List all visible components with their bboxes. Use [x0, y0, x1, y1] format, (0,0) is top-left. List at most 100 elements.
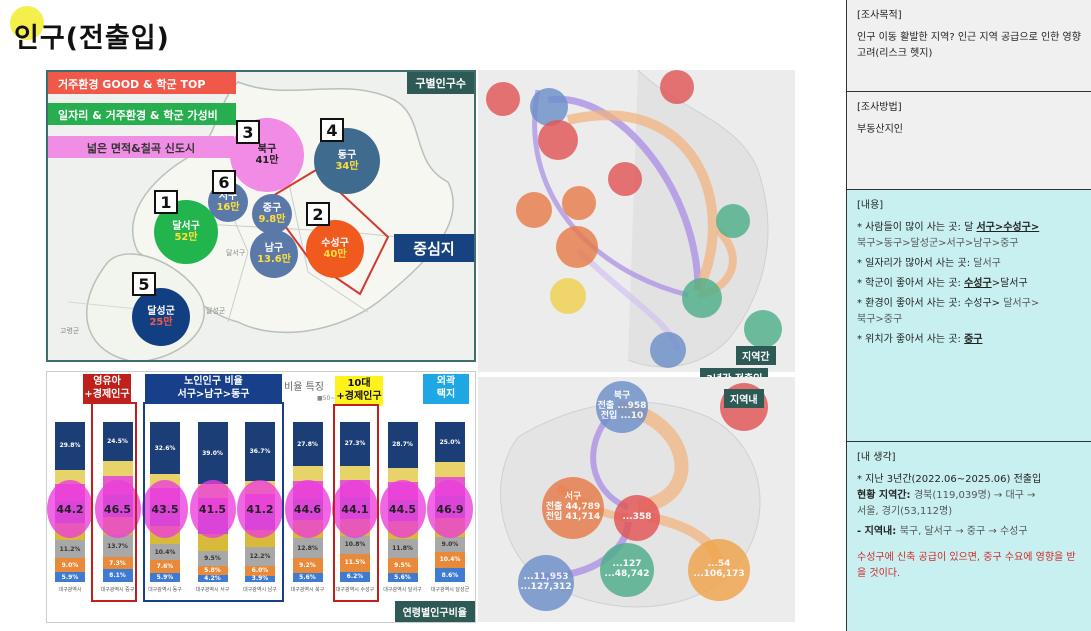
age-stack-segment: 5.6%	[387, 572, 418, 582]
district-bubble-dalseonggun: 달성군 25만	[132, 288, 190, 346]
median-age-ellipse: 44.6	[284, 480, 331, 538]
notes-panel: [조사목적] 인구 이동 활발한 지역? 인근 지역 공급으로 인한 영향 고려…	[846, 0, 1091, 631]
page-title: 인구(전출입)	[14, 23, 170, 54]
header-suburb-site: 외곽 택지	[423, 374, 469, 404]
age-stack-segment: 25.0%	[435, 422, 465, 462]
age-stack-segment	[292, 466, 323, 481]
median-age-ellipse: 44.5	[379, 480, 426, 538]
header-ratio-feature: 비율 특징	[284, 382, 324, 393]
flow-bubble-daegu	[682, 278, 722, 318]
age-column-label: 대구광역시 달서구	[383, 587, 422, 593]
flow-bubble-chungnam	[516, 192, 552, 228]
content-line-2: * 일자리가 많아서 사는 곳: 달서구	[857, 258, 1001, 269]
content-line-5: * 위치가 좋아서 사는 곳: 중구	[857, 334, 983, 345]
badge-6: 6	[212, 170, 236, 194]
header-teen-economic: 10대 +경제인구	[335, 376, 383, 406]
badge-2: 2	[306, 202, 330, 226]
flow-bubble-gyeonggi	[538, 120, 578, 160]
badge-3: 3	[236, 120, 260, 144]
flow2-bubble-namgu: ...127 ...48,742	[600, 543, 654, 597]
age-stack-segment: 12.8%	[292, 537, 323, 559]
age-stack-segment: 8.6%	[435, 568, 465, 582]
age-column-label: 대구광역시 달성군	[430, 587, 470, 593]
flow2-bubble-junggu: ...358	[614, 495, 660, 541]
age-ratio-footer-tag: 연령별인구비율	[394, 601, 475, 622]
badge-1: 1	[154, 190, 178, 214]
flow-bubble-busan	[650, 332, 686, 368]
opinion-conclusion: 수성구에 신축 공급이 있으면, 중구 수요에 영향을 받을 것이다.	[857, 552, 1076, 579]
strip-residential-top: 거주환경 GOOD & 학군 TOP	[48, 72, 236, 94]
highlight-box-elderly	[143, 402, 284, 602]
age-stack-segment: 11.8%	[387, 538, 418, 558]
district-bubble-suseonggu: 수성구 40만	[306, 220, 364, 278]
flow-bubble-chungbuk	[608, 162, 642, 196]
district-bubble-junggu: 중구 9.8만	[252, 194, 292, 234]
flow-bubble-ulsan	[744, 310, 782, 348]
strip-wide-area: 넓은 면적&칠곡 신도시	[48, 136, 234, 158]
flow-bubble-seoul	[486, 82, 520, 116]
highlight-box-junggu	[91, 402, 137, 602]
flow2-bubble-bukgu: 북구 전출 ...958 전입 ...10	[596, 381, 648, 433]
place-label-goryeong: 고령군	[60, 327, 80, 335]
flow2-bubble-suseonggu: ...54 ...106,173	[688, 539, 750, 601]
opinion-heading: [내 생각]	[857, 452, 896, 463]
district-bubble-namgu: 남구 13.6만	[250, 230, 298, 278]
age-stack-segment: 27.8%	[292, 422, 323, 467]
badge-5: 5	[132, 272, 156, 296]
opinion-line-4: - 지역내: 북구, 달서구 → 중구 → 수성구	[857, 526, 1028, 537]
purpose-box: [조사목적] 인구 이동 활발한 지역? 인근 지역 공급으로 인한 영향 고려…	[847, 0, 1091, 92]
median-age-ellipse: 44.2	[47, 480, 93, 538]
flow-bubble-sejong	[562, 186, 596, 220]
opinion-line-3: 서울, 경기(53,112명)	[857, 506, 953, 517]
content-line-1: * 사람들이 많이 사는 곳: 달 서구>수성구> 북구>동구>달성군>서구>남구…	[857, 222, 1040, 249]
age-stack-segment: 9.2%	[292, 558, 323, 573]
badge-4: 4	[320, 118, 344, 142]
district-population-map: 구별인구수 거주환경 GOOD & 학군 TOP 일자리 & 거주환경 & 학군…	[46, 70, 476, 362]
flow-bubble-daejeon	[556, 226, 598, 268]
purpose-heading: [조사목적]	[857, 10, 902, 21]
content-line-3: * 학군이 좋아서 사는 곳: 수성구>달서구	[857, 278, 1028, 289]
age-stack-segment: 5.6%	[292, 572, 323, 582]
age-stack-segment: 9.0%	[55, 558, 85, 573]
place-label-dalseo: 달서구	[226, 249, 246, 257]
age-column-label: 대구광역시 북구	[290, 587, 325, 593]
flow-bubble-gangwon	[660, 70, 694, 104]
age-stack-segment: 10.4%	[435, 551, 465, 569]
highlight-box-suseonggu	[333, 404, 379, 602]
content-heading: [내용]	[857, 200, 884, 211]
method-text: 부동산지인	[857, 124, 903, 135]
age-stack-segment: 29.8%	[55, 422, 85, 470]
age-stack-segment: 9.5%	[387, 557, 418, 573]
opinion-line-2: 현황 지역간: 경북(119,039명) → 대구 →	[857, 490, 1036, 501]
age-ratio-chart: 영유아 +경제인구 노인인구 비율 서구>남구>동구 비율 특징 ■50~59세 1…	[46, 371, 476, 623]
purpose-text: 인구 이동 활발한 지역? 인근 지역 공급으로 인한 영향 고려(리스크 헷지…	[857, 32, 1081, 59]
age-stack-segment: 28.7%	[387, 422, 418, 468]
age-column-label: 대구광역시	[58, 587, 82, 593]
map-tag: 구별인구수	[407, 72, 474, 94]
median-age-ellipse: 46.9	[427, 480, 473, 538]
flow-tag-interregional: 지역간	[736, 346, 776, 365]
age-stack-segment	[435, 462, 465, 478]
method-box: [조사방법] 부동산지인	[847, 92, 1091, 190]
place-label-dalseong: 달성군	[206, 307, 226, 315]
flow2-bubble-dalseogu: ...11,953 ...127,312	[518, 555, 574, 611]
header-infant-economic: 영유아 +경제인구	[83, 374, 131, 404]
header-elderly-ratio: 노인인구 비율 서구>남구>동구	[145, 374, 282, 404]
interregional-flow-map: 지역간	[478, 70, 795, 372]
strip-job-value: 일자리 & 거주환경 & 학군 가성비	[48, 103, 236, 125]
flow-tag-intraregional: 지역내	[724, 389, 764, 408]
content-box: [내용] * 사람들이 많이 사는 곳: 달 서구>수성구> 북구>동구>달성군>…	[847, 190, 1091, 442]
title-area: 인구(전출입)	[6, 4, 206, 54]
core-area-tag: 중심지	[394, 234, 474, 262]
content-line-4: * 환경이 좋아서 사는 곳: 수성구> 달서구> 북구>중구	[857, 298, 1040, 325]
opinion-line-1: * 지난 3년간(2022.06~2025.06) 전출입	[857, 474, 1042, 485]
flow2-bubble-seogu: 서구 전출 44,789 전입 41,714	[542, 477, 604, 539]
opinion-box: [내 생각] * 지난 3년간(2022.06~2025.06) 전출입 현황 …	[847, 442, 1091, 631]
age-stack-segment: 9.0%	[435, 537, 465, 552]
flow-bubble-gyeongbuk	[716, 204, 750, 238]
flow-bubble-jeonbuk	[550, 278, 586, 314]
age-stack-segment: 11.2%	[55, 540, 85, 559]
method-heading: [조사방법]	[857, 102, 902, 113]
intraregional-flow-map: 북구전출 ...958전입 ...10 ...916 서구전출 44,789전입…	[478, 377, 795, 622]
age-stack-segment: 5.9%	[55, 572, 85, 582]
